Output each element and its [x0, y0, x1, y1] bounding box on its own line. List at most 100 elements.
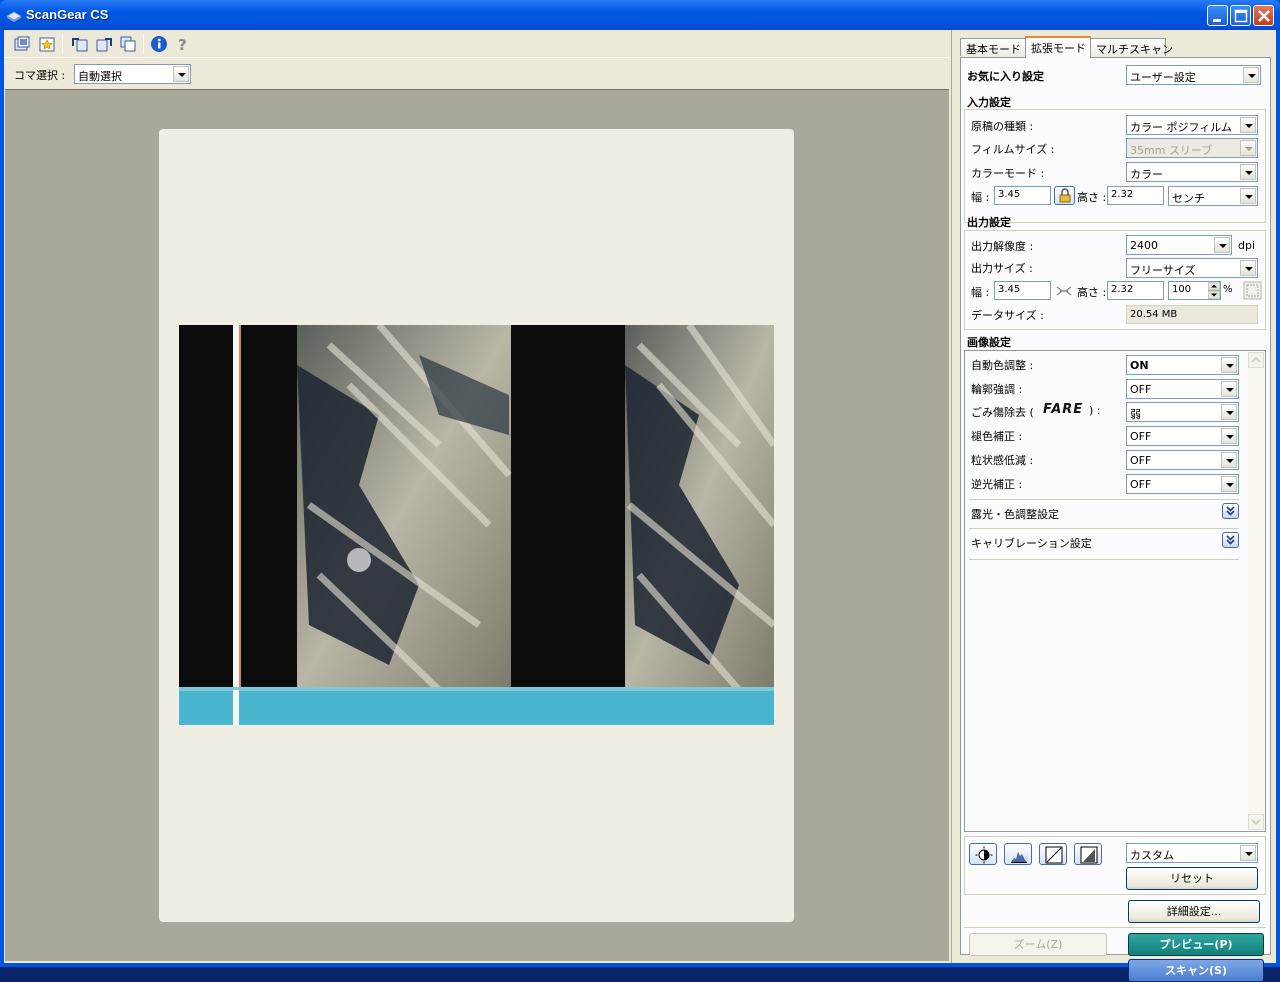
output-settings-group: 出力解像度 : 2400 dpi 出力サイズ : フリーサイズ 幅 : 3.45 — [964, 230, 1266, 330]
close-button[interactable] — [1253, 5, 1274, 26]
image-settings-title: 画像設定 — [967, 336, 1011, 349]
grain-correction-dropdown[interactable]: OFF — [1126, 450, 1239, 470]
output-settings-title: 出力設定 — [967, 216, 1011, 229]
calibration-settings-label[interactable]: キャリブレーション設定 — [971, 535, 1092, 551]
backlight-correction-value: OFF — [1130, 478, 1152, 491]
doc-type-dropdown[interactable]: カラー ポジフィルム — [1126, 115, 1258, 135]
threshold-icon — [1080, 846, 1098, 864]
scale-unit: % — [1223, 284, 1233, 295]
color-mode-label: カラーモード : — [971, 167, 1045, 180]
scanned-film-preview[interactable] — [179, 325, 774, 725]
adjustment-group: カスタム リセット — [964, 836, 1266, 895]
input-height-label: 高さ : — [1077, 191, 1107, 204]
output-size-label: 出力サイズ : — [971, 262, 1033, 275]
aspect-lock-button[interactable] — [1054, 186, 1075, 205]
image-settings-scrollbar[interactable] — [1248, 352, 1264, 830]
film-size-dropdown[interactable]: 35mm スリーブ — [1126, 138, 1258, 158]
grain-correction-value: OFF — [1130, 454, 1152, 467]
chevron-down-icon — [1221, 452, 1237, 468]
backlight-correction-dropdown[interactable]: OFF — [1126, 474, 1239, 494]
thumbnail-view-icon[interactable] — [12, 34, 32, 54]
minimize-icon — [1213, 19, 1221, 22]
reset-button[interactable]: リセット — [1126, 867, 1258, 890]
clear-crop-icon[interactable] — [118, 34, 138, 54]
input-height-field[interactable]: 2.32 — [1107, 186, 1164, 205]
svg-text:?: ? — [178, 36, 187, 54]
unit-dropdown[interactable]: センチ — [1168, 186, 1258, 206]
output-width-label: 幅 : — [971, 286, 990, 299]
window-title: ScanGear CS — [26, 7, 109, 22]
preview-area[interactable] — [5, 89, 949, 961]
backlight-correction-label: 逆光補正 : — [971, 478, 1023, 491]
color-mode-dropdown[interactable]: カラー — [1126, 162, 1258, 182]
chevron-down-icon — [1221, 476, 1237, 492]
film-size-label: フィルムサイズ : — [971, 143, 1055, 156]
preview-button[interactable]: プレビュー(P) — [1128, 933, 1264, 956]
chevron-down-icon — [1240, 164, 1256, 180]
film-size-value: 35mm スリーブ — [1130, 144, 1213, 157]
grain-correction-label: 粒状感低減 : — [971, 454, 1034, 467]
chevron-down-icon — [1240, 140, 1256, 156]
chevron-down-icon — [1240, 117, 1256, 133]
calibration-expand-button[interactable] — [1222, 532, 1239, 548]
brightness-contrast-button[interactable] — [969, 843, 997, 865]
scroll-up-icon[interactable] — [1248, 352, 1264, 368]
histogram-button[interactable] — [1004, 843, 1032, 865]
client-area: ? コマ選択 : 自動選択 基本モード 拡張モード マルチスキャン お気に入り設… — [4, 30, 1276, 982]
title-bar[interactable]: ScanGear CS — [0, 0, 1280, 30]
scroll-down-icon[interactable] — [1248, 814, 1264, 830]
frame-select-dropdown[interactable]: 自動選択 — [74, 64, 191, 84]
favorites-dropdown[interactable]: ユーザー設定 — [1126, 65, 1261, 85]
chevron-double-down-icon — [1226, 506, 1235, 516]
app-window: ScanGear CS ? コマ選択: 自動選択 基本モード 拡張モード マル… — [0, 0, 1280, 982]
frame-select-label: コマ選択 : — [14, 69, 66, 82]
auto-color-dropdown[interactable]: ON — [1126, 355, 1239, 375]
rotate-left-icon[interactable] — [70, 34, 90, 54]
advanced-mode-body: お気に入り設定 ユーザー設定 入力設定 原稿の種類 : カラー ポジフィルム フ… — [960, 57, 1271, 982]
tone-curve-icon — [1045, 846, 1063, 864]
threshold-button[interactable] — [1074, 843, 1102, 865]
output-height-field[interactable]: 2.32 — [1107, 281, 1164, 300]
unit-value: センチ — [1172, 192, 1205, 205]
unsharp-mask-dropdown[interactable]: OFF — [1126, 379, 1239, 399]
scale-spinner-icon[interactable] — [1208, 282, 1220, 299]
exposure-settings-label[interactable]: 露光・色調整設定 — [971, 506, 1059, 522]
divider — [964, 927, 1266, 928]
resolution-label: 出力解像度 : — [971, 240, 1034, 253]
maximize-button[interactable] — [1230, 5, 1251, 26]
zoom-button[interactable]: ズーム(Z) — [969, 933, 1107, 956]
tone-curve-button[interactable] — [1039, 843, 1067, 865]
resolution-dropdown[interactable]: 2400 — [1126, 235, 1232, 255]
scan-button[interactable]: スキャン(S) — [1128, 959, 1264, 982]
input-width-field[interactable]: 3.45 — [994, 186, 1051, 205]
tone-preset-dropdown[interactable]: カスタム — [1126, 843, 1258, 863]
rotate-right-icon[interactable] — [94, 34, 114, 54]
resolution-value: 2400 — [1130, 239, 1158, 252]
output-size-dropdown[interactable]: フリーサイズ — [1126, 258, 1258, 278]
histogram-icon — [1011, 852, 1027, 863]
minimize-button[interactable] — [1207, 5, 1228, 26]
settings-panel: 基本モード 拡張モード マルチスキャン お気に入り設定 ユーザー設定 入力設定 … — [951, 30, 1276, 982]
input-settings-group: 原稿の種類 : カラー ポジフィルム フィルムサイズ : 35mm スリーブ カ… — [964, 109, 1266, 223]
fit-frame-icon[interactable] — [1243, 281, 1262, 300]
fading-correction-dropdown[interactable]: OFF — [1126, 426, 1239, 446]
film-image — [179, 325, 774, 725]
tab-multi-scan[interactable]: マルチスキャン — [1090, 38, 1173, 56]
dust-removal-dropdown[interactable]: 弱 — [1126, 402, 1239, 422]
preferences-button[interactable]: 詳細設定... — [1128, 900, 1260, 923]
fading-correction-label: 褪色補正 : — [971, 430, 1023, 443]
exposure-expand-button[interactable] — [1222, 503, 1239, 519]
maximize-icon — [1234, 9, 1248, 23]
unsharp-mask-label: 輪郭強調 : — [971, 383, 1023, 396]
output-size-value: フリーサイズ — [1130, 264, 1196, 277]
output-width-field[interactable]: 3.45 — [994, 281, 1051, 300]
link-icon[interactable] — [1056, 285, 1072, 297]
fare-logo: FARE — [1043, 402, 1084, 417]
info-icon[interactable] — [149, 34, 169, 54]
help-icon[interactable]: ? — [173, 34, 193, 54]
auto-crop-icon[interactable] — [37, 34, 57, 54]
tab-basic-mode[interactable]: 基本モード — [960, 38, 1026, 56]
chevron-down-icon — [1240, 260, 1256, 276]
dust-removal-value: 弱 — [1130, 408, 1141, 421]
tab-advanced-mode[interactable]: 拡張モード — [1025, 36, 1091, 58]
